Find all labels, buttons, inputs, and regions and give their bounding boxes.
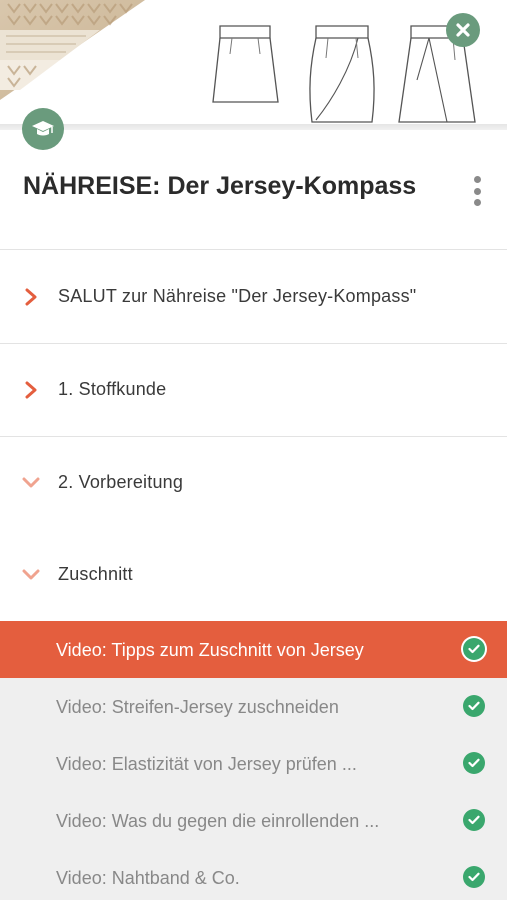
skirt-sketch-2 [309, 25, 375, 123]
check-circle-icon [463, 809, 485, 831]
check-circle-icon [463, 866, 485, 888]
course-title-row: NÄHREISE: Der Jersey-Kompass [0, 150, 507, 250]
lesson-label: Video: Tipps zum Zuschnitt von Jersey [56, 640, 364, 660]
lesson-item[interactable]: Video: Nahtband & Co. [0, 849, 507, 900]
lesson-item[interactable]: Video: Streifen-Jersey zuschneiden [0, 678, 507, 735]
course-badge [22, 108, 64, 150]
lesson-list: Video: Tipps zum Zuschnitt von Jersey Vi… [0, 621, 507, 900]
section-stoffkunde[interactable]: 1. Stoffkunde [0, 344, 507, 437]
more-menu-button[interactable] [466, 176, 488, 206]
close-icon [456, 23, 470, 37]
lesson-item[interactable]: Video: Was du gegen die einrollenden ... [0, 792, 507, 849]
check-circle-icon [463, 752, 485, 774]
section-salut[interactable]: SALUT zur Nähreise "Der Jersey-Kompass" [0, 251, 507, 344]
graduation-cap-icon [32, 121, 54, 136]
knit-sweater-photo [0, 0, 150, 130]
chevron-down-icon [22, 569, 40, 580]
section-label: SALUT zur Nähreise "Der Jersey-Kompass" [58, 286, 417, 306]
lesson-label: Video: Was du gegen die einrollenden ... [56, 811, 380, 831]
chevron-down-icon [22, 477, 40, 488]
header-shadow [0, 124, 507, 130]
chevron-right-icon [25, 288, 37, 306]
lesson-item-active[interactable]: Video: Tipps zum Zuschnitt von Jersey [0, 621, 507, 678]
lesson-label: Video: Nahtband & Co. [56, 868, 240, 888]
lesson-item[interactable]: Video: Elastizität von Jersey prüfen ... [0, 735, 507, 792]
lesson-label: Video: Elastizität von Jersey prüfen ... [56, 754, 357, 774]
skirt-sketch-1 [212, 25, 279, 103]
close-button[interactable] [446, 13, 480, 47]
more-vertical-icon [473, 176, 481, 183]
section-label: Zuschnitt [58, 564, 133, 584]
section-label: 1. Stoffkunde [58, 379, 167, 399]
section-vorbereitung[interactable]: 2. Vorbereitung [0, 437, 507, 530]
check-circle-icon [463, 695, 485, 717]
check-circle-icon [463, 638, 485, 660]
chevron-right-icon [25, 381, 37, 399]
subsection-zuschnitt[interactable]: Zuschnitt [0, 529, 507, 622]
lesson-label: Video: Streifen-Jersey zuschneiden [56, 697, 339, 717]
course-title: NÄHREISE: Der Jersey-Kompass [23, 172, 417, 200]
course-header-image [0, 0, 507, 130]
section-label: 2. Vorbereitung [58, 472, 184, 492]
